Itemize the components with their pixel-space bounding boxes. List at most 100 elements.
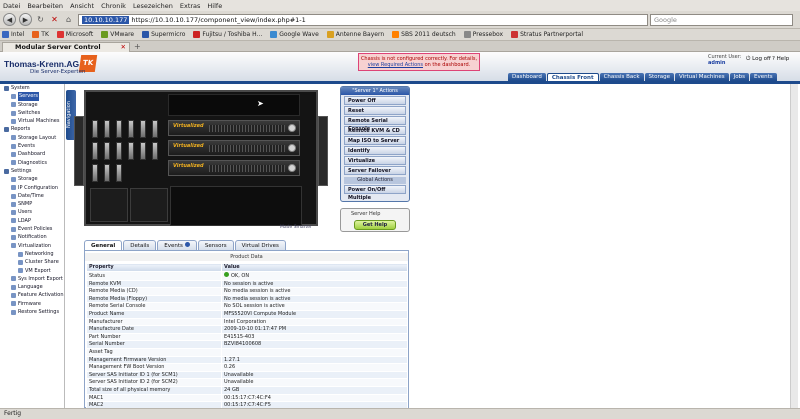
drive-bay[interactable] [92,164,98,182]
browser-tab[interactable]: Modular Server Control ✕ [2,42,130,52]
bookmark-item[interactable]: Google Wave [270,31,319,38]
drive-bay[interactable] [128,142,134,160]
main-tab-chassis-front[interactable]: Chassis Front [546,73,599,81]
sidebar-item[interactable]: Switches [2,109,64,117]
sidebar-item[interactable]: VM Export [2,267,64,275]
back-icon[interactable]: ◀ [3,13,16,26]
main-tab-jobs[interactable]: Jobs [729,73,749,81]
action-button-virtualize[interactable]: Virtualize [344,156,406,165]
bookmark-item[interactable]: Pressebox [463,31,503,38]
detail-tab-sensors[interactable]: Sensors [197,240,234,250]
drive-bay[interactable] [92,142,98,160]
sidebar-item[interactable]: Storage Layout [2,134,64,142]
drive-bay[interactable] [116,120,122,138]
sidebar-item[interactable]: Networking [2,250,64,258]
drive-bay[interactable] [140,142,146,160]
menu-item-datei[interactable]: Datei [3,2,20,10]
server-blade-2[interactable]: Virtualized [168,140,300,156]
detail-tab-details[interactable]: Details [123,240,157,250]
global-action-button[interactable]: Power On/Off Multiple [344,185,406,201]
action-button-map-iso-to-server[interactable]: Map ISO to Server [344,136,406,145]
required-actions-link[interactable]: view Required Actions [368,62,423,68]
sidebar-item[interactable]: Events [2,142,64,150]
menu-item-extras[interactable]: Extras [180,2,201,10]
bookmark-item[interactable]: Fujitsu / Toshiba H... [193,31,262,38]
sidebar-item[interactable]: Settings [2,167,64,175]
bookmark-item[interactable]: Antenne Bayern [326,31,384,38]
sidebar-item[interactable]: Date/Time [2,192,64,200]
home-icon[interactable]: ⌂ [63,14,74,25]
drive-bay[interactable] [116,142,122,160]
stop-icon[interactable]: ✕ [49,14,60,25]
sidebar-item[interactable]: Virtualization [2,242,64,250]
url-bar[interactable]: 10.10.10.177 https://10.10.10.177/compon… [78,14,648,26]
main-tab-storage[interactable]: Storage [644,73,675,81]
drive-bay[interactable] [152,142,158,160]
sidebar-item[interactable]: Feature Activation [2,291,64,299]
bookmark-item[interactable]: TK [32,31,49,38]
help-link[interactable]: ? Help [772,56,789,62]
action-button-remote-serial-console[interactable]: Remote Serial Console [344,116,406,132]
bookmark-item[interactable]: SBS 2011 deutsch [392,31,456,38]
drive-bay[interactable] [140,120,146,138]
action-button-remote-kvm-cd[interactable]: Remote KVM & CD [344,126,406,135]
server-blade-3[interactable]: Virtualized [168,160,300,176]
drive-bay[interactable] [104,164,110,182]
reload-icon[interactable]: ↻ [35,14,46,25]
sidebar-item[interactable]: Language [2,283,64,291]
sidebar-item[interactable]: Servers [2,92,64,101]
sidebar-item[interactable]: Restore Settings [2,308,64,316]
logoff-link[interactable]: ⏻ Log off [746,56,771,63]
new-tab-icon[interactable]: + [134,42,141,51]
sidebar-item[interactable]: Storage [2,175,64,183]
sidebar-item[interactable]: System [2,84,64,92]
sidebar-item[interactable]: Sys Import Export [2,275,64,283]
bookmark-item[interactable]: Supermicro [142,31,185,38]
drive-bay[interactable] [116,164,122,182]
bookmark-item[interactable]: Intel [2,31,24,38]
server-blade-1[interactable]: Virtualized [168,120,300,136]
close-tab-icon[interactable]: ✕ [121,43,126,52]
main-tab-events[interactable]: Events [749,73,777,81]
menu-item-hilfe[interactable]: Hilfe [207,2,222,10]
detail-tab-events[interactable]: Events [157,240,197,250]
menu-item-chronik[interactable]: Chronik [101,2,126,10]
detail-tab-general[interactable]: General [84,240,123,250]
sidebar-item[interactable]: Virtual Machines [2,117,64,125]
sidebar-item[interactable]: IP Configuration [2,184,64,192]
drive-bay[interactable] [104,142,110,160]
sidebar-item[interactable]: Event Policies [2,225,64,233]
detail-tab-virtual-drives[interactable]: Virtual Drives [234,240,286,250]
menu-item-ansicht[interactable]: Ansicht [70,2,94,10]
sidebar-item[interactable]: Dashboard [2,150,64,158]
main-tab-virtual-machines[interactable]: Virtual Machines [675,73,729,81]
action-button-server-failover[interactable]: Server Failover [344,166,406,175]
page-scrollbar[interactable] [790,84,798,408]
action-button-identify[interactable]: Identify [344,146,406,155]
sidebar-item[interactable]: Storage [2,101,64,109]
sidebar-item[interactable]: Notification [2,233,64,241]
bookmark-item[interactable]: Microsoft [56,31,93,38]
action-button-power-off[interactable]: Power Off [344,96,406,105]
main-tab-dashboard[interactable]: Dashboard [508,73,546,81]
drive-bay[interactable] [152,120,158,138]
drive-bay[interactable] [104,120,110,138]
action-button-reset[interactable]: Reset [344,106,406,115]
drive-bay[interactable] [92,120,98,138]
sidebar-item[interactable]: Users [2,208,64,216]
drive-bay[interactable] [128,120,134,138]
main-tab-chassis-back[interactable]: Chassis Back [599,73,644,81]
forward-icon[interactable]: ▶ [19,13,32,26]
sidebar-item[interactable]: Diagnostics [2,159,64,167]
sidebar-item[interactable]: Reports [2,125,64,133]
sidebar-item[interactable]: LDAP [2,217,64,225]
bookmark-item[interactable]: VMware [101,31,134,38]
bookmark-item[interactable]: Stratus Partnerportal [511,31,583,38]
sidebar-item[interactable]: Cluster Share [2,258,64,266]
menu-item-bearbeiten[interactable]: Bearbeiten [27,2,63,10]
sidebar-item[interactable]: SNMP [2,200,64,208]
get-help-button[interactable]: Get Help [354,220,396,230]
menu-item-lesezeichen[interactable]: Lesezeichen [133,2,173,10]
chassis-front-view[interactable]: Virtualized Virtualized Virtualized ➤ [74,90,328,226]
sidebar-item[interactable]: Firmware [2,300,64,308]
